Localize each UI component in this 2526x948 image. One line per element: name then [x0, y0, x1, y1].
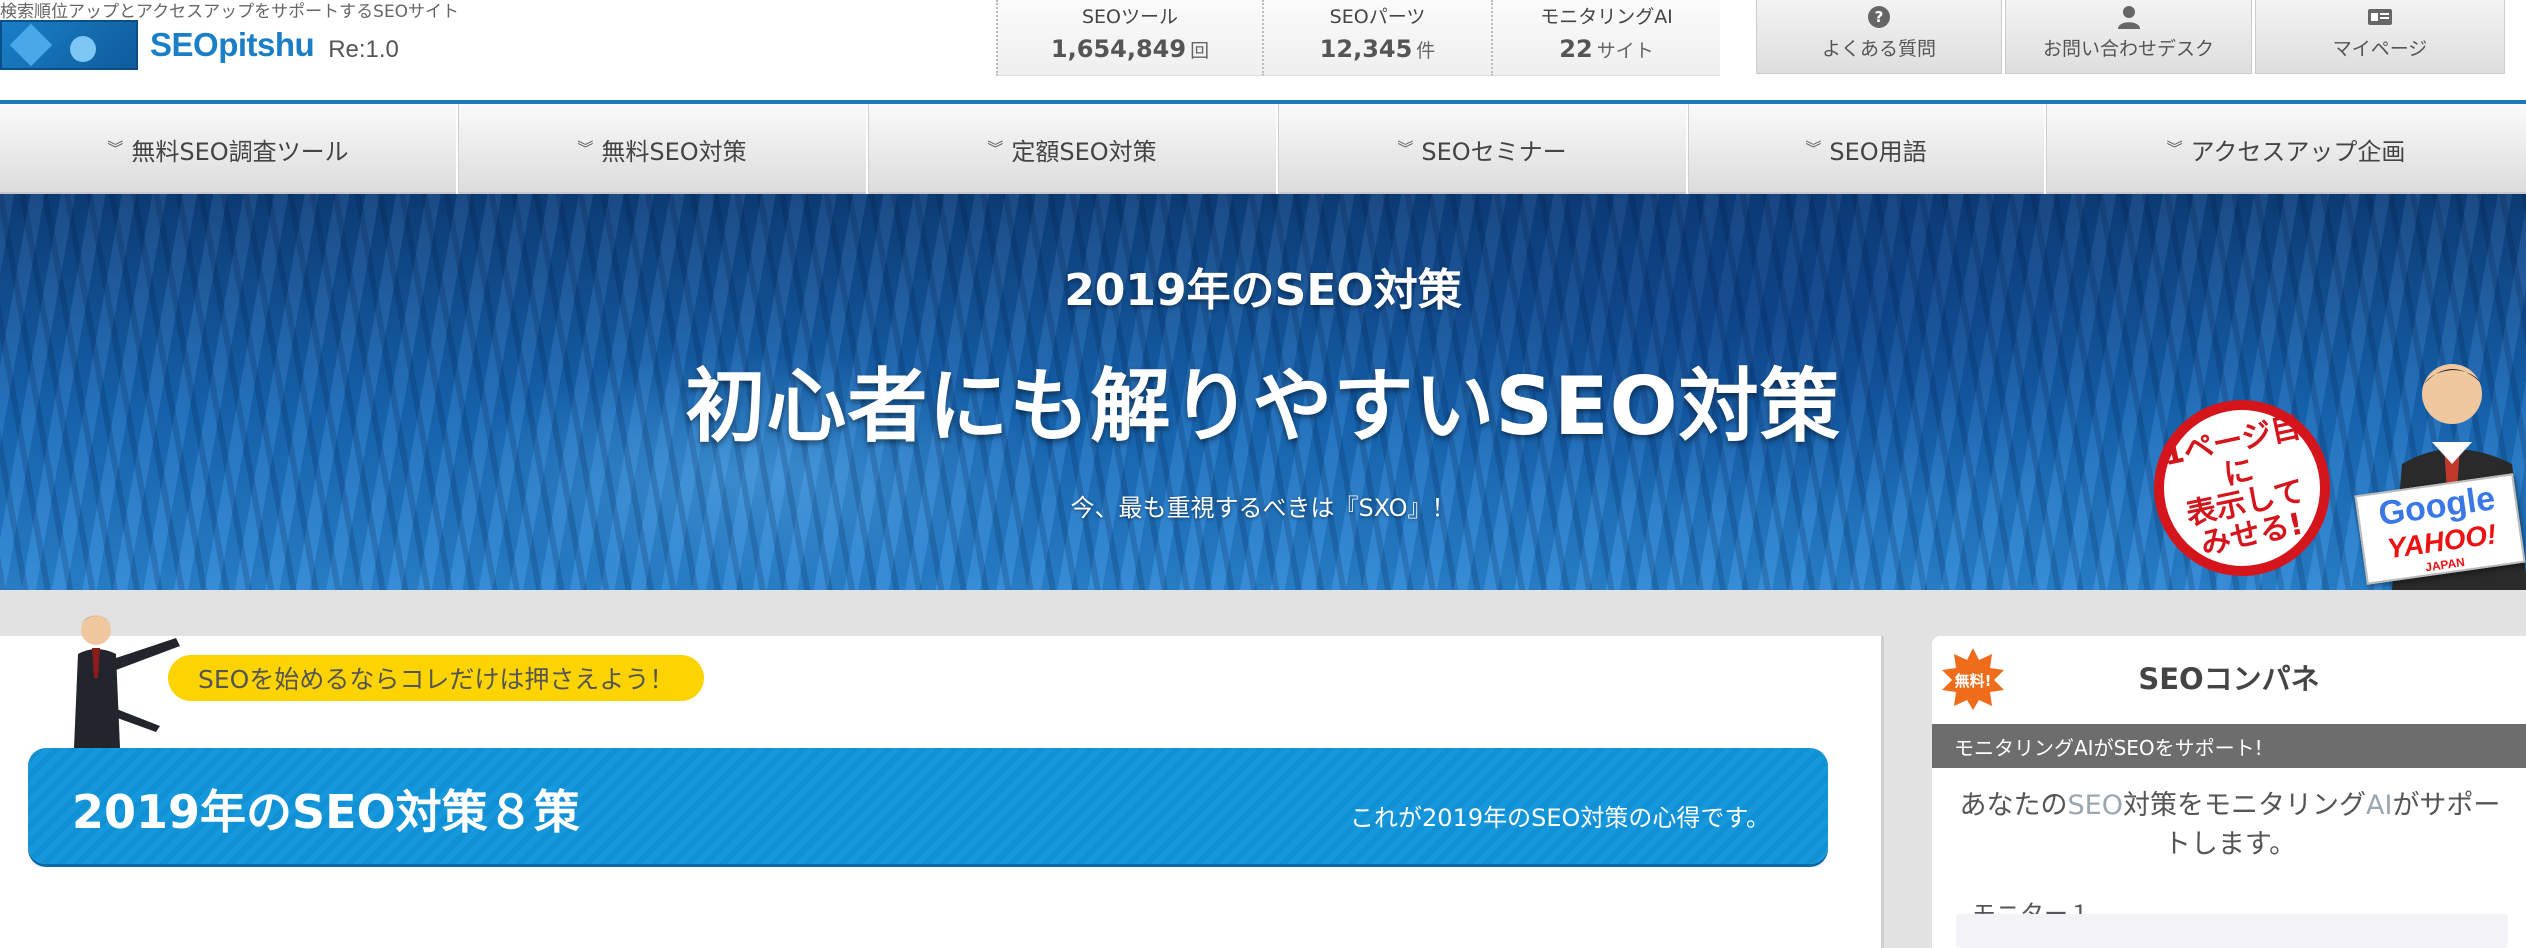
monitor-panel[interactable]: [1956, 914, 2508, 948]
svg-text:?: ?: [1875, 8, 1884, 26]
stat-seo-tools[interactable]: SEOツール 1,654,849 回: [996, 0, 1262, 76]
nav-item-access-up[interactable]: ︾ アクセスアップ企画: [2046, 104, 2526, 194]
hero-title: 初心者にも解りやすいSEO対策: [685, 360, 1841, 453]
contact-label: お問い合わせデスク: [2042, 38, 2214, 60]
logo-mark-icon: [0, 20, 138, 70]
nav-item-label: 無料SEO対策: [601, 137, 747, 166]
nav-item-glossary[interactable]: ︾ SEO用語: [1688, 104, 2046, 194]
header-buttons: ? よくある質問 お問い合わせデスク マイページ: [1756, 0, 2505, 74]
chevron-down-icon: ︾: [1805, 139, 1822, 158]
contact-button[interactable]: お問い合わせデスク: [2005, 0, 2252, 74]
intro-pill: SEOを始めるならコレだけは押さえよう！: [168, 655, 705, 701]
chevron-down-icon: ︾: [577, 139, 594, 158]
site-logo[interactable]: SEOpitshu Re:1.0: [0, 18, 399, 72]
nav-item-free-seo[interactable]: ︾ 無料SEO対策: [458, 104, 868, 194]
stat-unit: 件: [1416, 40, 1436, 62]
logo-text: SEOpitshu: [150, 26, 315, 63]
user-icon: [2116, 4, 2142, 30]
nav-item-label: 無料SEO調査ツール: [131, 137, 349, 166]
stat-label: モニタリングAI: [1540, 6, 1673, 28]
hero-subtitle: 2019年のSEO対策: [1064, 265, 1462, 316]
nav-item-label: 定額SEO対策: [1011, 137, 1157, 166]
stats-bar: SEOツール 1,654,849 回 SEOパーツ 12,345 件 モニタリングA…: [996, 0, 1720, 76]
stat-value: 12,345 件: [1319, 35, 1436, 63]
hero-note: 今、最も重視するべきは『SXO』！: [1070, 494, 1456, 522]
stat-label: SEOパーツ: [1329, 6, 1426, 28]
stat-value: 1,654,849 回: [1050, 35, 1210, 63]
faq-button[interactable]: ? よくある質問: [1756, 0, 2002, 74]
id-card-icon: [2367, 4, 2393, 30]
chevron-down-icon: ︾: [987, 139, 1004, 158]
stat-unit: 回: [1190, 40, 1210, 62]
stat-seo-parts[interactable]: SEOパーツ 12,345 件: [1262, 0, 1491, 76]
banner-title: 2019年のSEO対策８策: [72, 785, 580, 839]
mypage-label: マイページ: [2332, 38, 2428, 60]
stat-value: 22 サイト: [1559, 35, 1654, 63]
faq-label: よくある質問: [1821, 38, 1936, 60]
nav-item-seminar[interactable]: ︾ SEOセミナー: [1278, 104, 1688, 194]
chevron-down-icon: ︾: [2166, 139, 2183, 158]
chevron-down-icon: ︾: [107, 139, 124, 158]
nav-item-label: アクセスアップ企画: [2190, 137, 2406, 166]
mypage-button[interactable]: マイページ: [2255, 0, 2505, 74]
banner-note: これが2019年のSEO対策の心得です。: [1350, 804, 1770, 832]
sidebar-description: あなたのSEO対策をモニタリングAIがサポートします。: [1959, 790, 2501, 861]
nav-item-free-tools[interactable]: ︾ 無料SEO調査ツール: [0, 104, 458, 194]
badge-text: 1ページ目に 表示して みせる!: [2159, 409, 2308, 562]
section-banner: 2019年のSEO対策８策 これが2019年のSEO対策の心得です。: [28, 748, 1828, 864]
site-header: 検索順位アップとアクセスアップをサポートするSEOサイト SEOpitshu R…: [0, 0, 2526, 104]
sidebar-subheader: モニタリングAIがSEOをサポート!: [1932, 724, 2526, 768]
nav-item-label: SEO用語: [1829, 137, 1927, 166]
nav-item-flat-seo[interactable]: ︾ 定額SEO対策: [868, 104, 1278, 194]
stat-unit: サイト: [1596, 40, 1654, 62]
logo-version: Re:1.0: [328, 36, 399, 63]
stat-label: SEOツール: [1081, 6, 1179, 28]
question-icon: ?: [1866, 4, 1892, 30]
hero-banner: 2019年のSEO対策 初心者にも解りやすいSEO対策 今、最も重視するべきは『…: [0, 194, 2526, 590]
stat-monitoring-ai[interactable]: モニタリングAI 22 サイト: [1491, 0, 1720, 76]
sidebar-title: SEOコンパネ: [2138, 662, 2320, 696]
main-nav: ︾ 無料SEO調査ツール ︾ 無料SEO対策 ︾ 定額SEO対策 ︾ SEOセミナー ︾…: [0, 104, 2526, 194]
chevron-down-icon: ︾: [1397, 139, 1414, 158]
nav-item-label: SEOセミナー: [1421, 137, 1567, 166]
